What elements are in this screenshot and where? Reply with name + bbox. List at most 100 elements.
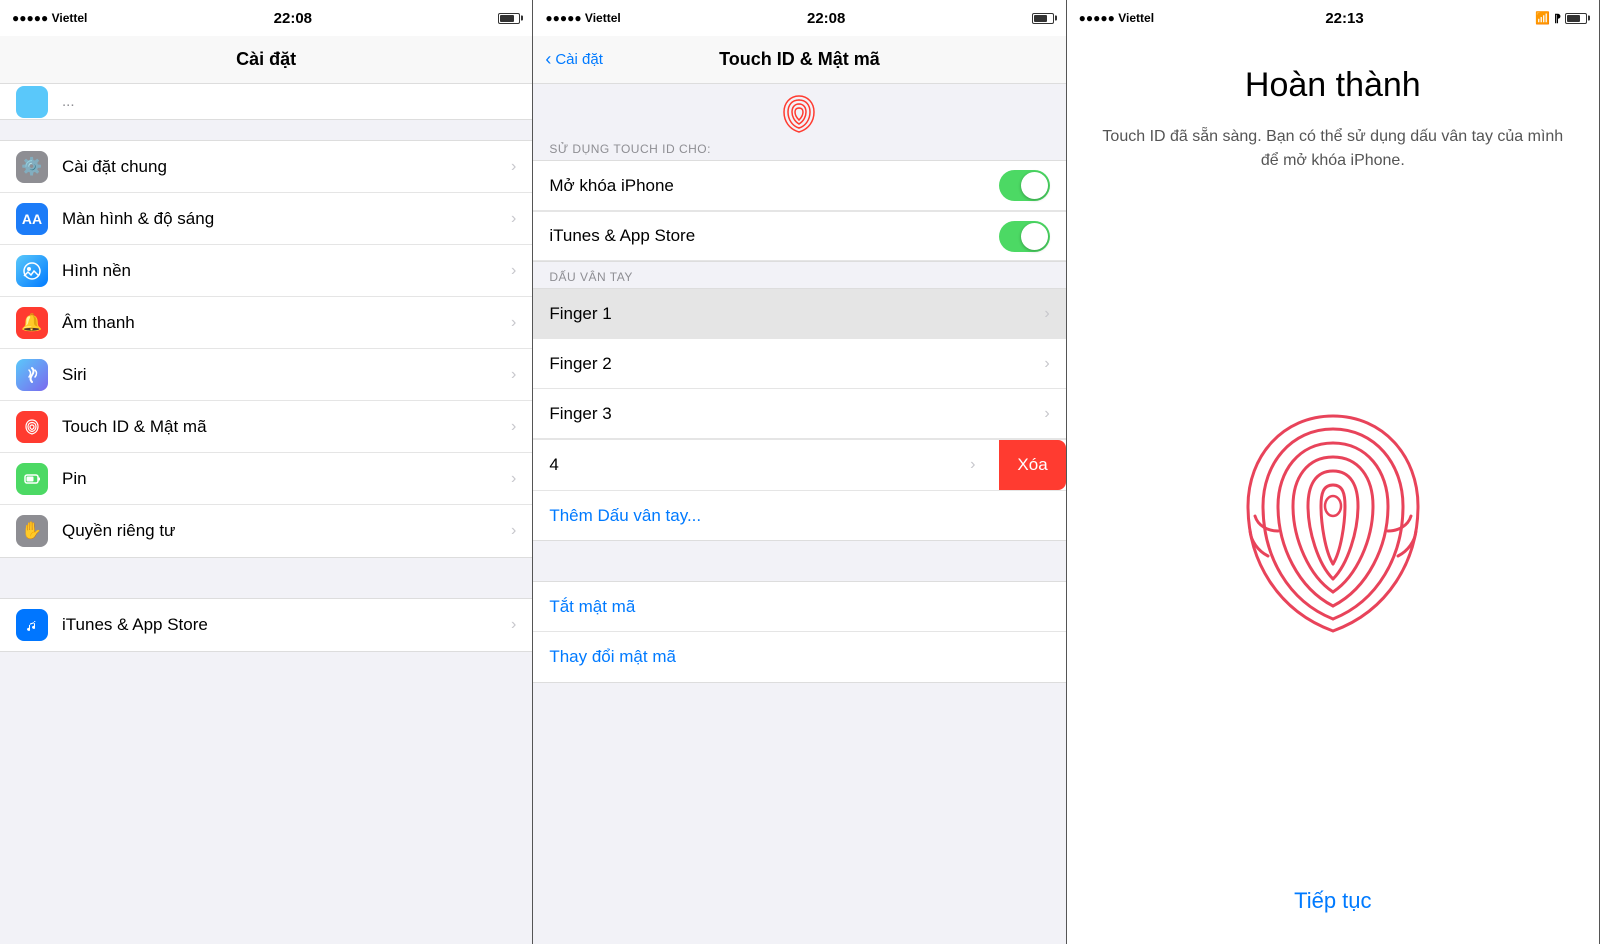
battery-chevron: › [511, 470, 516, 488]
finger-2-label: Finger 2 [549, 354, 1044, 374]
toggle-itunes-label: iTunes & App Store [549, 226, 695, 246]
general-chevron: › [511, 158, 516, 176]
display-label: Màn hình & độ sáng [62, 209, 511, 229]
battery-icon-3 [1565, 13, 1587, 24]
panel-settings: ●●●●● Viettel 22:08 Cài đặt ... ⚙️ Cài đ… [0, 0, 533, 944]
section-header-touchid: SỬ DỤNG TOUCH ID CHO: [533, 134, 1065, 160]
finger-1-label: Finger 1 [549, 304, 1044, 324]
spacer-1 [0, 558, 532, 578]
turnoff-passcode-label: Tắt mật mã [549, 597, 635, 617]
settings-item-wallpaper[interactable]: Hình nền › [0, 245, 532, 297]
carrier-2: ●●●●● Viettel [545, 11, 620, 25]
finger-4-item[interactable]: 4 › [533, 440, 991, 490]
finger-3-item[interactable]: Finger 3 › [533, 389, 1065, 439]
nav-bar-1: Cài đặt [0, 36, 532, 84]
finger-4-row: 4 › Xóa [533, 439, 1065, 490]
spacer-2 [533, 541, 1065, 561]
fingerprint-list: Finger 1 › Finger 2 › Finger 3 › 4 › Xóa… [533, 288, 1065, 541]
large-fingerprint-svg [1203, 401, 1463, 681]
toggle-unlock-switch[interactable] [999, 170, 1050, 201]
privacy-chevron: › [511, 522, 516, 540]
settings-item-general[interactable]: ⚙️ Cài đặt chung › [0, 141, 532, 193]
status-bar-2: ●●●●● Viettel 22:08 [533, 0, 1065, 36]
completion-description: Touch ID đã sẵn sàng. Bạn có thể sử dụng… [1097, 125, 1569, 173]
sound-label: Âm thanh [62, 313, 511, 333]
fp-top-graphic [533, 84, 1065, 134]
completion-title: Hoàn thành [1245, 66, 1421, 105]
time-1: 22:08 [274, 10, 312, 27]
wallpaper-icon [16, 255, 48, 287]
sound-icon: 🔔 [16, 307, 48, 339]
touchid-chevron: › [511, 418, 516, 436]
battery-label: Pin [62, 469, 511, 489]
toggle-unlock-label: Mở khóa iPhone [549, 176, 674, 196]
change-passcode-label: Thay đổi mật mã [549, 647, 676, 667]
status-icons-2 [1032, 13, 1054, 24]
settings-item-battery[interactable]: Pin › [0, 453, 532, 505]
itunes-label: iTunes & App Store [62, 615, 511, 635]
toggle-itunes-switch[interactable] [999, 221, 1050, 252]
delete-label: Xóa [1017, 455, 1047, 475]
turnoff-passcode-item[interactable]: Tắt mật mã [533, 582, 1065, 632]
itunes-chevron: › [511, 616, 516, 634]
settings-item-touchid[interactable]: Touch ID & Mật mã › [0, 401, 532, 453]
continue-button[interactable]: Tiếp tục [1294, 878, 1371, 924]
back-button-2[interactable]: ‹ Cài đặt [545, 49, 603, 70]
toggle-section: Mở khóa iPhone iTunes & App Store [533, 160, 1065, 262]
partial-item: ... [0, 84, 532, 120]
settings-item-display[interactable]: AA Màn hình & độ sáng › [0, 193, 532, 245]
general-label: Cài đặt chung [62, 157, 511, 177]
display-chevron: › [511, 210, 516, 228]
general-icon: ⚙️ [16, 151, 48, 183]
wallpaper-chevron: › [511, 262, 516, 280]
privacy-label: Quyền riêng tư [62, 521, 511, 541]
finger-3-label: Finger 3 [549, 404, 1044, 424]
add-fingerprint-label: Thêm Dấu vân tay... [549, 506, 701, 526]
partial-icon [16, 86, 48, 118]
settings-item-siri[interactable]: Siri › [0, 349, 532, 401]
sound-chevron: › [511, 314, 516, 332]
battery-icon [16, 463, 48, 495]
fp-top-svg [774, 94, 824, 134]
status-bar-3: ●●●●● Viettel 22:13 📶 ⁋ [1067, 0, 1599, 36]
time-3: 22:13 [1325, 10, 1363, 27]
change-passcode-item[interactable]: Thay đổi mật mã [533, 632, 1065, 682]
add-fingerprint-item[interactable]: Thêm Dấu vân tay... [533, 490, 1065, 540]
bt-icon: ⁋ [1554, 12, 1561, 25]
status-icons-1 [498, 13, 520, 24]
battery-icon-2 [1032, 13, 1054, 24]
carrier-3: ●●●●● Viettel [1079, 11, 1154, 25]
settings-item-itunes[interactable]: iTunes & App Store › [0, 599, 532, 651]
settings-section-itunes: iTunes & App Store › [0, 598, 532, 652]
wallpaper-label: Hình nền [62, 261, 511, 281]
settings-item-sound[interactable]: 🔔 Âm thanh › [0, 297, 532, 349]
finger-4-chevron: › [970, 456, 975, 474]
finger-1-chevron: › [1044, 305, 1049, 323]
completion-content: Hoàn thành Touch ID đã sẵn sàng. Bạn có … [1067, 36, 1599, 944]
finger-4-label: 4 [549, 455, 970, 475]
delete-button[interactable]: Xóa [999, 440, 1065, 490]
carrier-1: ●●●●● Viettel [12, 11, 87, 25]
back-label-2: Cài đặt [555, 51, 603, 68]
finger-2-item[interactable]: Finger 2 › [533, 339, 1065, 389]
section-header-fingerprints: DẤU VÂN TAY [533, 262, 1065, 288]
large-fingerprint-container [1203, 203, 1463, 878]
toggle-itunes: iTunes & App Store [533, 211, 1065, 261]
settings-list: ⚙️ Cài đặt chung › AA Màn hình & độ sáng… [0, 140, 532, 558]
touchid-icon [16, 411, 48, 443]
time-2: 22:08 [807, 10, 845, 27]
settings-item-privacy[interactable]: ✋ Quyền riêng tư › [0, 505, 532, 557]
finger-2-chevron: › [1044, 355, 1049, 373]
finger-3-chevron: › [1044, 405, 1049, 423]
panel-completion: ●●●●● Viettel 22:13 📶 ⁋ Hoàn thành Touch… [1067, 0, 1600, 944]
privacy-icon: ✋ [16, 515, 48, 547]
panel-touchid: ●●●●● Viettel 22:08 ‹ Cài đặt Touch ID &… [533, 0, 1066, 944]
siri-icon [16, 359, 48, 391]
status-bar-1: ●●●●● Viettel 22:08 [0, 0, 532, 36]
wifi-icon: 📶 [1535, 11, 1550, 25]
siri-label: Siri [62, 365, 511, 385]
finger-1-item[interactable]: Finger 1 › [533, 289, 1065, 339]
nav-title-1: Cài đặt [236, 49, 296, 70]
siri-chevron: › [511, 366, 516, 384]
toggle-unlock: Mở khóa iPhone [533, 161, 1065, 211]
